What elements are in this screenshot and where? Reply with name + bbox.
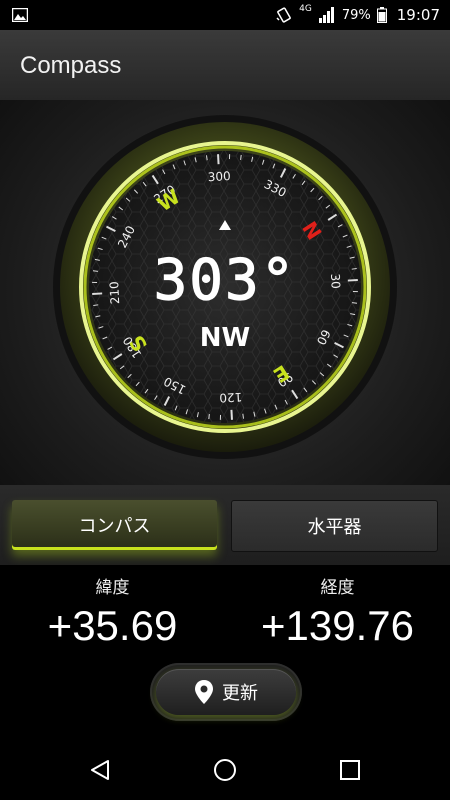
compass-tick bbox=[92, 292, 103, 295]
update-button-label: 更新 bbox=[222, 683, 258, 704]
back-triangle-icon[interactable] bbox=[88, 758, 112, 782]
status-bar: 4G 79% 19:07 bbox=[0, 0, 450, 30]
compass-tick bbox=[93, 304, 99, 307]
navigation-bar bbox=[0, 740, 450, 800]
compass-degree-label: 210 bbox=[107, 281, 122, 305]
status-time: 19:07 bbox=[396, 6, 440, 24]
compass-tick bbox=[205, 155, 208, 161]
heading-direction: NW bbox=[200, 323, 250, 353]
compass-tick bbox=[230, 409, 233, 420]
compass-tick bbox=[208, 413, 210, 420]
app-bar: Compass bbox=[0, 30, 450, 100]
compass-tick bbox=[92, 270, 99, 272]
compass-degree-label: 120 bbox=[219, 390, 243, 405]
recents-square-icon[interactable] bbox=[338, 758, 362, 782]
compass-tick bbox=[242, 413, 245, 419]
tab-level[interactable]: 水平器 bbox=[231, 500, 438, 552]
latitude-block: 緯度 +35.69 bbox=[0, 573, 225, 650]
update-button[interactable]: 更新 bbox=[156, 669, 296, 715]
compass-dial: 306090120150180210240270300330 NESW 303°… bbox=[53, 115, 397, 459]
battery-percent: 79% bbox=[341, 7, 371, 23]
compass-panel: 30 60 90 120 150 180 210 240 270 300 330 NESW 303°… bbox=[0, 100, 450, 485]
compass-tick bbox=[351, 302, 358, 304]
compass-tick bbox=[347, 279, 358, 282]
signal-icon bbox=[318, 7, 334, 23]
heading-degrees: 303° bbox=[154, 248, 297, 313]
compass-tick bbox=[217, 154, 220, 165]
image-notification-icon bbox=[12, 8, 28, 22]
longitude-value: +139.76 bbox=[261, 602, 414, 649]
location-pin-icon bbox=[195, 680, 213, 704]
compass-degree-label: 300 bbox=[207, 169, 231, 184]
tab-compass[interactable]: コンパス bbox=[12, 500, 217, 550]
vibrate-icon bbox=[276, 7, 292, 23]
network-type: 4G bbox=[299, 4, 312, 14]
update-button-frame: 更新 bbox=[150, 663, 302, 721]
longitude-block: 経度 +139.76 bbox=[225, 573, 450, 650]
tabs-bar: コンパス 水平器 bbox=[0, 485, 450, 565]
latitude-label: 緯度 bbox=[95, 578, 130, 598]
latitude-value: +35.69 bbox=[47, 602, 178, 649]
compass-tick bbox=[351, 267, 357, 270]
app-title: Compass bbox=[20, 52, 122, 79]
home-circle-icon[interactable] bbox=[213, 758, 237, 782]
longitude-label: 経度 bbox=[320, 578, 355, 598]
battery-icon bbox=[376, 7, 387, 23]
coordinates-panel: 緯度 +35.69 経度 +139.76 更新 bbox=[0, 565, 450, 740]
compass-tick bbox=[240, 154, 242, 161]
compass-degree-label: 30 bbox=[328, 273, 343, 289]
